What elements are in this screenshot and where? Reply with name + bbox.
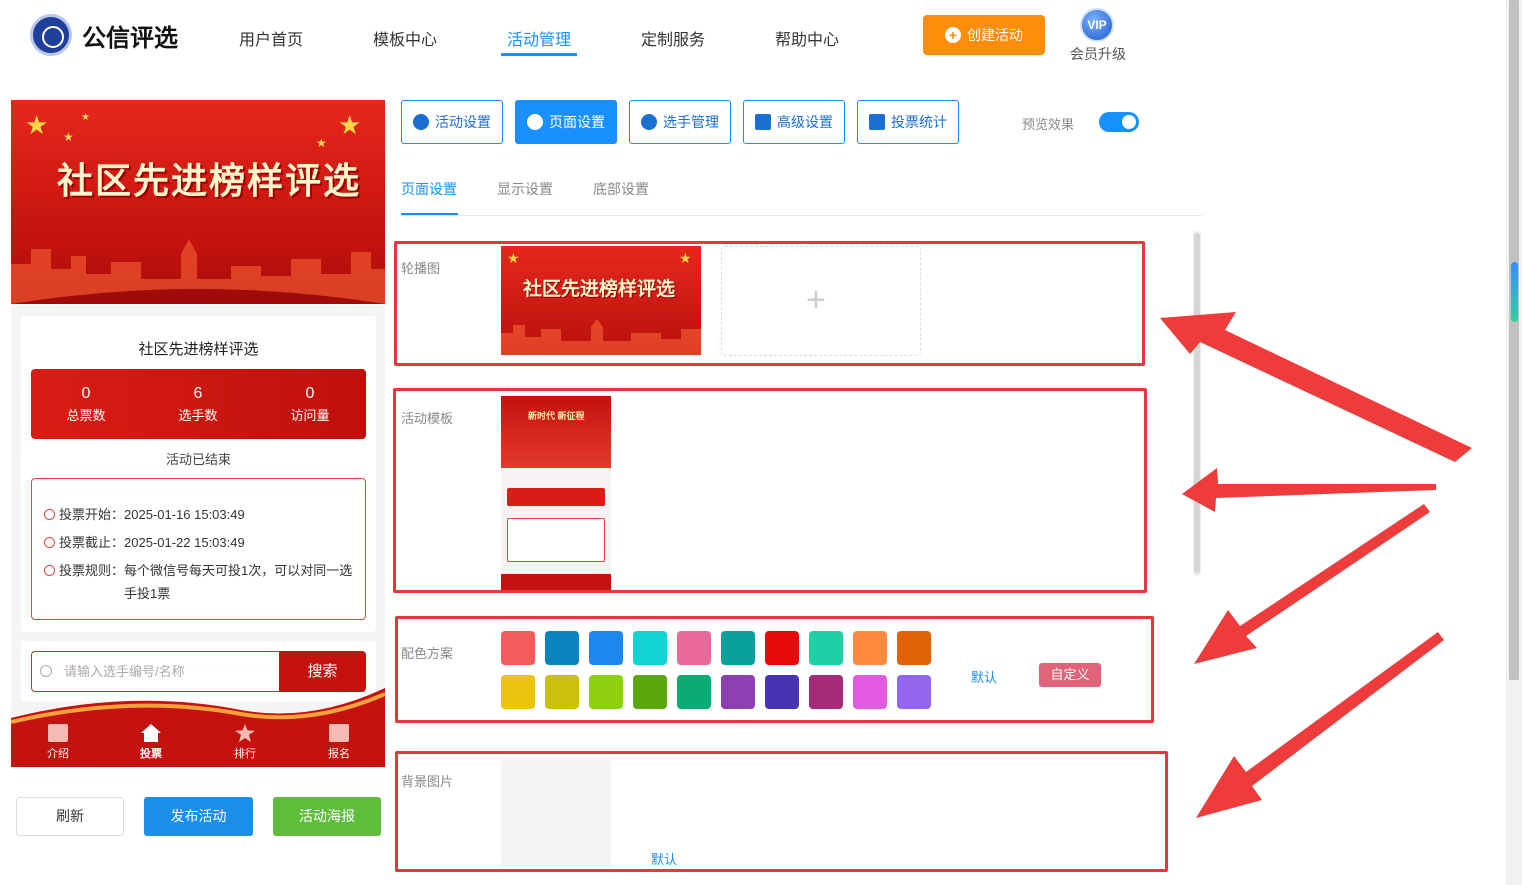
arrow-icon (1182, 468, 1436, 512)
stat-value: 0 (81, 385, 91, 402)
subtab-active-indicator (401, 213, 458, 215)
vote-start-row: 投票开始：2025-01-16 15:03:49 (44, 504, 245, 523)
vote-rule-text-cont: 手投1票 (124, 586, 171, 601)
vote-end-row: 投票截止：2025-01-22 15:03:49 (44, 532, 245, 551)
subtab-footer-settings[interactable]: 底部设置 (593, 179, 649, 199)
stat-visits: 0 访问量 (260, 385, 360, 424)
logo-icon[interactable] (30, 14, 72, 56)
vote-rule-row: 投票规则：每个微信号每天可投1次，可以对同一选 (44, 560, 352, 579)
brand-name[interactable]: 公信评选 (82, 18, 178, 53)
top-header: 公信评选 用户首页 模板中心 活动管理 定制服务 帮助中心 + 创建活动 VIP… (0, 0, 1506, 70)
clock-icon (44, 509, 55, 520)
subtab-display-settings[interactable]: 显示设置 (497, 179, 553, 199)
star-icon: ★ (338, 110, 362, 140)
activity-poster-button[interactable]: 活动海报 (273, 797, 381, 836)
arrow-icon (1194, 504, 1430, 664)
page-scrollbar-thumb[interactable] (1509, 0, 1519, 680)
tab-advanced-settings[interactable]: 高级设置 (743, 100, 845, 144)
arrow-icon (1196, 632, 1444, 818)
tab-label: 页面设置 (549, 114, 605, 130)
tab-contestant-management[interactable]: 选手管理 (629, 100, 731, 144)
highlight-box-background (395, 751, 1168, 872)
stat-total-votes: 0 总票数 (36, 385, 136, 424)
gear-icon (527, 114, 543, 130)
users-icon (641, 114, 657, 130)
vip-icon[interactable]: VIP (1080, 8, 1114, 42)
tab-label: 高级设置 (777, 114, 833, 130)
tab-label: 选手管理 (663, 114, 719, 130)
book-icon (48, 724, 68, 742)
stat-label: 总票数 (66, 408, 106, 423)
create-activity-label: 创建活动 (967, 27, 1023, 43)
publish-activity-button[interactable]: 发布活动 (144, 797, 253, 836)
tab-label: 活动设置 (435, 114, 491, 130)
search-button[interactable]: 搜索 (279, 651, 366, 692)
nav-active-indicator (501, 53, 577, 56)
info-icon (44, 565, 55, 576)
vip-upgrade-link[interactable]: 会员升级 (1070, 44, 1126, 64)
bar-chart-icon (869, 114, 885, 130)
star-icon: ★ (81, 112, 90, 123)
activity-title: 社区先进榜样评选 (138, 341, 259, 358)
stats-bar: 0 总票数 6 选手数 0 访问量 (31, 369, 366, 439)
bottom-tab-intro[interactable]: 介绍 (28, 745, 88, 761)
vote-rule-text: 投票规则：每个微信号每天可投1次，可以对同一选 (59, 563, 353, 578)
star-icon: ★ (25, 110, 49, 140)
subtab-page-settings[interactable]: 页面设置 (401, 179, 457, 199)
star-circle-icon (413, 114, 429, 130)
tab-activity-settings[interactable]: 活动设置 (401, 100, 503, 144)
stat-value: 0 (305, 385, 315, 402)
nav-activity-management[interactable]: 活动管理 (507, 26, 571, 50)
nav-template-center[interactable]: 模板中心 (373, 26, 437, 50)
city-skyline-illustration (11, 239, 385, 304)
bottom-tab-vote[interactable]: 投票 (121, 745, 181, 761)
nav-help-center[interactable]: 帮助中心 (775, 26, 839, 50)
settings-scrollbar-thumb[interactable] (1194, 233, 1200, 573)
preview-effect-label: 预览效果 (1022, 117, 1075, 132)
activity-status: 活动已结束 (165, 452, 231, 467)
preview-effect-toggle[interactable] (1099, 112, 1139, 132)
subtab-divider (401, 215, 1202, 216)
vote-end-text: 投票截止：2025-01-22 15:03:49 (59, 535, 245, 550)
plus-icon: + (945, 27, 961, 43)
stat-label: 选手数 (178, 408, 218, 423)
vote-start-text: 投票开始：2025-01-16 15:03:49 (59, 507, 245, 522)
arrow-icon (1160, 312, 1472, 462)
nav-custom-service[interactable]: 定制服务 (641, 26, 705, 50)
nav-user-home[interactable]: 用户首页 (239, 26, 303, 50)
signup-icon (329, 724, 349, 742)
star-icon: ★ (63, 130, 74, 144)
page-scroll-indicator (1511, 262, 1518, 322)
tab-vote-statistics[interactable]: 投票统计 (857, 100, 959, 144)
star-icon: ★ (316, 136, 327, 150)
tab-label: 投票统计 (891, 114, 947, 130)
clock-icon (44, 537, 55, 548)
tab-page-settings[interactable]: 页面设置 (515, 100, 617, 144)
stat-value: 6 (193, 385, 203, 402)
refresh-button[interactable]: 刷新 (16, 797, 124, 836)
stat-label: 访问量 (290, 408, 330, 423)
bottom-tab-signup[interactable]: 报名 (309, 745, 369, 761)
sliders-icon (755, 114, 771, 130)
search-icon (40, 665, 52, 677)
highlight-box-carousel (394, 241, 1145, 366)
create-activity-button[interactable]: + 创建活动 (923, 15, 1045, 55)
stat-contestants: 6 选手数 (148, 385, 248, 424)
highlight-box-color (395, 616, 1154, 723)
banner-title: 社区先进榜样评选 (57, 160, 362, 202)
contestant-search-input[interactable]: 请输入选手编号/名称 (31, 651, 279, 692)
bottom-tab-ranking[interactable]: 排行 (215, 745, 275, 761)
highlight-box-template (393, 388, 1147, 593)
preview-banner: ★ ★ ★ ★ ★ 社区先进榜样评选 (11, 100, 385, 304)
